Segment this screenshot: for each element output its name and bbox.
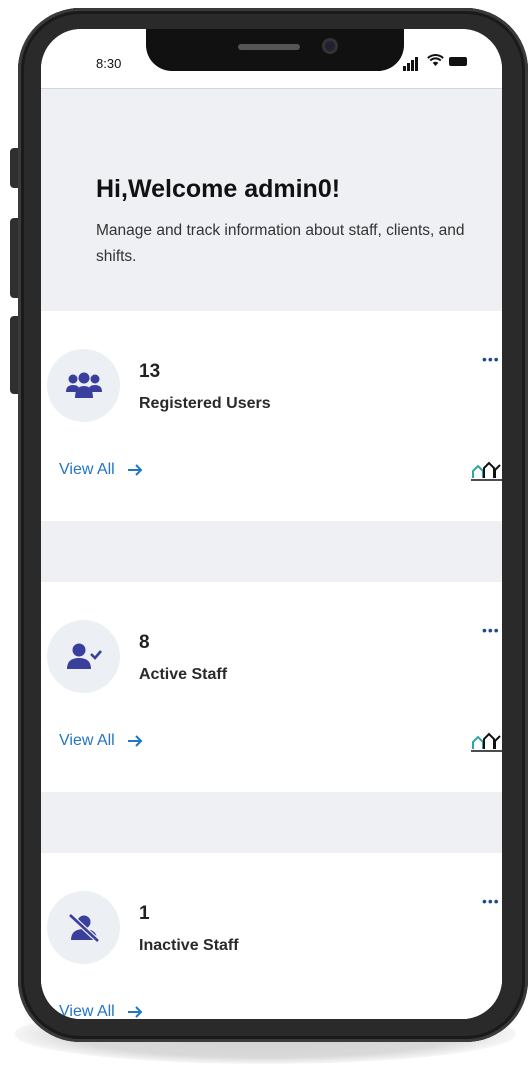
stat-card-inactive-staff: 1 Inactive Staff ••• View All [41, 853, 502, 1019]
camera-icon [322, 38, 338, 54]
notch [146, 29, 404, 71]
view-all-inactive-staff-link[interactable]: View All [59, 1003, 143, 1019]
more-options-icon[interactable]: ••• [482, 893, 500, 909]
signal-icon [403, 66, 406, 71]
arrow-right-icon [127, 464, 143, 476]
icon-circle [47, 891, 120, 964]
active-staff-count: 8 [139, 632, 150, 653]
arrow-right-icon [127, 1006, 143, 1018]
signal-icon [407, 63, 410, 71]
page-title: Hi,Welcome admin0! [96, 175, 341, 203]
greeting-section: Hi,Welcome admin0! Manage and track info… [96, 175, 502, 270]
user-slash-icon [67, 912, 100, 943]
brand-logo-icon [471, 461, 502, 481]
page-subtitle-line2: shifts. [96, 248, 137, 265]
more-options-icon[interactable]: ••• [482, 351, 500, 367]
icon-circle [47, 349, 120, 422]
status-icons [403, 51, 473, 71]
page-subtitle-line1: Manage and track information about staff… [96, 222, 465, 239]
active-staff-label: Active Staff [139, 666, 228, 683]
stat-card-active-staff: 8 Active Staff ••• View All [41, 582, 502, 792]
signal-icon [411, 60, 414, 71]
wifi-icon [427, 54, 444, 66]
status-bar: 8:30 [41, 29, 502, 89]
view-all-label: View All [59, 461, 115, 478]
user-check-icon [66, 643, 102, 669]
view-all-label: View All [59, 1003, 115, 1019]
status-time: 8:30 [96, 56, 122, 71]
view-all-active-staff-link[interactable]: View All [59, 732, 143, 750]
registered-users-label: Registered Users [139, 395, 271, 412]
view-all-label: View All [59, 732, 115, 749]
phone-screen: 8:30 Hi,Welcome admin0! Manage and track… [41, 29, 502, 1019]
users-group-icon [65, 372, 102, 398]
arrow-right-icon [127, 735, 143, 747]
inactive-staff-label: Inactive Staff [139, 937, 239, 954]
more-options-icon[interactable]: ••• [482, 622, 500, 638]
brand-logo-icon [471, 732, 502, 752]
view-all-registered-users-link[interactable]: View All [59, 461, 143, 479]
icon-circle [47, 620, 120, 693]
speaker-icon [238, 44, 300, 50]
stat-card-registered-users: 13 Registered Users ••• View All [41, 311, 502, 521]
battery-icon [449, 57, 467, 66]
dashboard-content: Hi,Welcome admin0! Manage and track info… [41, 89, 502, 1019]
inactive-staff-count: 1 [139, 903, 150, 924]
registered-users-count: 13 [139, 361, 161, 382]
signal-icon [415, 57, 418, 71]
